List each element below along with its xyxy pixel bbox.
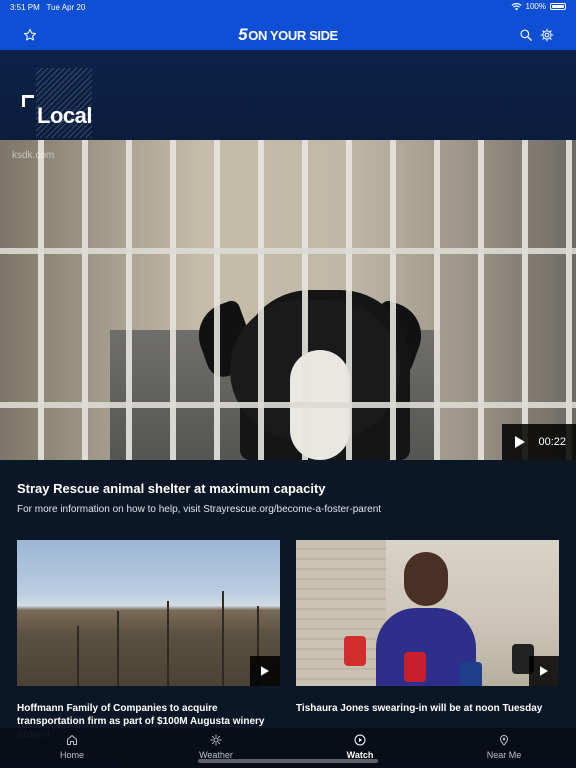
cage-bar	[0, 248, 576, 254]
video-duration: 00:22	[538, 436, 566, 448]
tab-weather[interactable]: Weather	[166, 734, 266, 760]
steps	[296, 540, 386, 686]
home-indicator[interactable]	[198, 759, 378, 763]
battery-icon	[550, 3, 566, 10]
video-duration-badge[interactable]: 00:22	[502, 424, 576, 460]
story-thumbnail[interactable]	[17, 540, 280, 686]
microphone	[344, 636, 366, 666]
vine-post	[117, 611, 119, 686]
tab-bar: Home Weather Watch Near Me	[0, 728, 576, 768]
search-icon[interactable]	[516, 25, 536, 45]
nav-bar: 5ON YOUR SIDE	[0, 20, 576, 50]
cage-bar	[0, 402, 576, 408]
tab-label: Home	[59, 750, 84, 760]
hero-video[interactable]: ksdk.com 00:22	[0, 140, 576, 460]
top-bar: 3:51 PM Tue Apr 20 100% 5ON YOUR SIDE	[0, 0, 576, 50]
status-bar: 3:51 PM Tue Apr 20 100%	[0, 0, 576, 14]
tab-near-me[interactable]: Near Me	[454, 734, 554, 760]
location-pin-icon	[499, 735, 509, 746]
watermark: ksdk.com	[12, 150, 55, 161]
cage-bars	[0, 140, 576, 460]
logo-text: ON YOUR SIDE	[248, 28, 338, 43]
microphone	[460, 662, 482, 686]
lead-story-title[interactable]: Stray Rescue animal shelter at maximum c…	[17, 481, 562, 496]
section-banner: Local	[0, 50, 576, 140]
status-date: Tue Apr 20	[46, 3, 86, 12]
story-card[interactable]: Tishaura Jones swearing-in will be at no…	[296, 540, 559, 715]
story-card[interactable]: Hoffmann Family of Companies to acquire …	[17, 540, 280, 741]
logo-number: 5	[238, 25, 248, 44]
vine-post	[77, 626, 79, 686]
section-title: Local	[37, 103, 92, 128]
status-clock: 3:51 PM	[10, 3, 40, 12]
status-indicators: 100%	[511, 2, 566, 11]
play-icon[interactable]	[502, 424, 538, 460]
story-title[interactable]: Tishaura Jones swearing-in will be at no…	[296, 702, 559, 715]
tab-watch[interactable]: Watch	[310, 734, 410, 760]
play-icon[interactable]	[529, 656, 559, 686]
microphone	[404, 652, 426, 682]
vine-post	[222, 591, 224, 686]
battery-percent: 100%	[525, 2, 546, 11]
play-circle-icon	[354, 734, 366, 746]
speaker-head	[404, 552, 448, 606]
lead-story[interactable]: Stray Rescue animal shelter at maximum c…	[17, 481, 562, 515]
lead-story-subtitle: For more information on how to help, vis…	[17, 504, 382, 515]
vine-post	[167, 601, 169, 686]
bracket-icon	[22, 95, 34, 107]
sun-icon	[210, 734, 222, 746]
play-icon[interactable]	[250, 656, 280, 686]
app-logo: 5ON YOUR SIDE	[0, 25, 576, 45]
gear-icon[interactable]	[537, 25, 557, 45]
story-thumbnail[interactable]	[296, 540, 559, 686]
home-icon	[67, 735, 77, 745]
tab-label: Near Me	[486, 750, 522, 760]
status-time: 3:51 PM Tue Apr 20	[10, 3, 85, 12]
wifi-icon	[511, 2, 522, 11]
tab-home[interactable]: Home	[22, 734, 122, 760]
